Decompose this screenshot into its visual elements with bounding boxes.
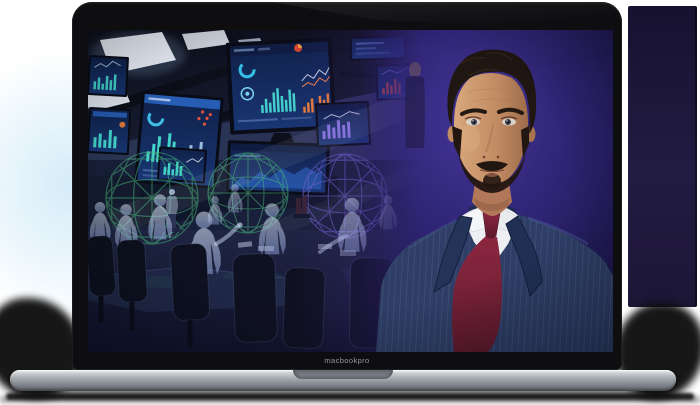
brand-label: macbookpro bbox=[324, 356, 370, 365]
vignette bbox=[88, 30, 613, 352]
laptop-base bbox=[10, 370, 676, 391]
backdrop-panel bbox=[628, 6, 697, 307]
lid-glare bbox=[272, 2, 622, 32]
laptop-screen bbox=[88, 30, 613, 352]
base-notch bbox=[293, 370, 393, 379]
screen-scene bbox=[88, 30, 613, 352]
laptop-shadow-strip-soft bbox=[0, 397, 700, 402]
mockup-stage: macbookpro bbox=[0, 0, 700, 405]
laptop-lid: macbookpro bbox=[72, 2, 622, 370]
